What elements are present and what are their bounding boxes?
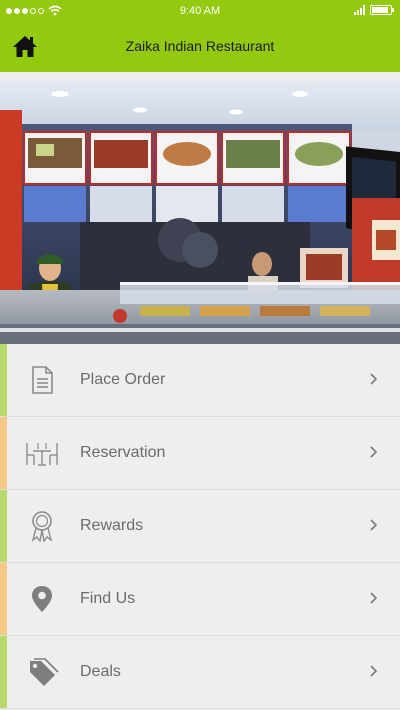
chevron-right-icon <box>370 665 378 677</box>
battery-level <box>372 7 388 13</box>
accent-bar <box>0 636 7 708</box>
accent-bar <box>0 490 7 562</box>
map-pin-icon <box>32 586 52 612</box>
award-ribbon-icon <box>31 511 53 542</box>
battery-icon <box>370 5 394 15</box>
accent-bar <box>0 563 7 635</box>
restaurant-counter-illustration <box>0 80 400 344</box>
document-icon <box>32 366 53 394</box>
dining-table-icon <box>26 443 58 466</box>
accent-bar <box>0 344 7 416</box>
cellular-bars-icon <box>354 5 365 15</box>
status-time: 9:40 AM <box>179 5 221 17</box>
chevron-right-icon <box>370 373 378 385</box>
restaurant-photo <box>0 80 400 344</box>
menu-item-label: Rewards <box>80 517 144 534</box>
page-title: Zaika Indian Restaurant <box>125 38 275 54</box>
menu-item-deals[interactable]: Deals <box>0 636 400 709</box>
menu-item-find-us[interactable]: Find Us <box>0 563 400 636</box>
accent-bar <box>0 417 7 489</box>
menu-item-label: Reservation <box>80 444 166 461</box>
app-header: Zaika Indian Restaurant <box>0 24 400 72</box>
menu-item-label: Find Us <box>80 590 136 607</box>
main-menu: Place Order Reservation Rewards Find Us … <box>0 344 400 710</box>
menu-item-reservation[interactable]: Reservation <box>0 417 400 490</box>
chevron-right-icon <box>370 592 378 604</box>
tag-icon <box>30 658 59 686</box>
menu-item-place-order[interactable]: Place Order <box>0 344 400 417</box>
chevron-right-icon <box>370 446 378 458</box>
status-bar: 9:40 AM <box>0 0 400 24</box>
menu-item-label: Deals <box>80 663 121 680</box>
battery-group <box>354 5 394 15</box>
menu-item-rewards[interactable]: Rewards <box>0 490 400 563</box>
chevron-right-icon <box>370 519 378 531</box>
menu-item-label: Place Order <box>80 371 166 388</box>
